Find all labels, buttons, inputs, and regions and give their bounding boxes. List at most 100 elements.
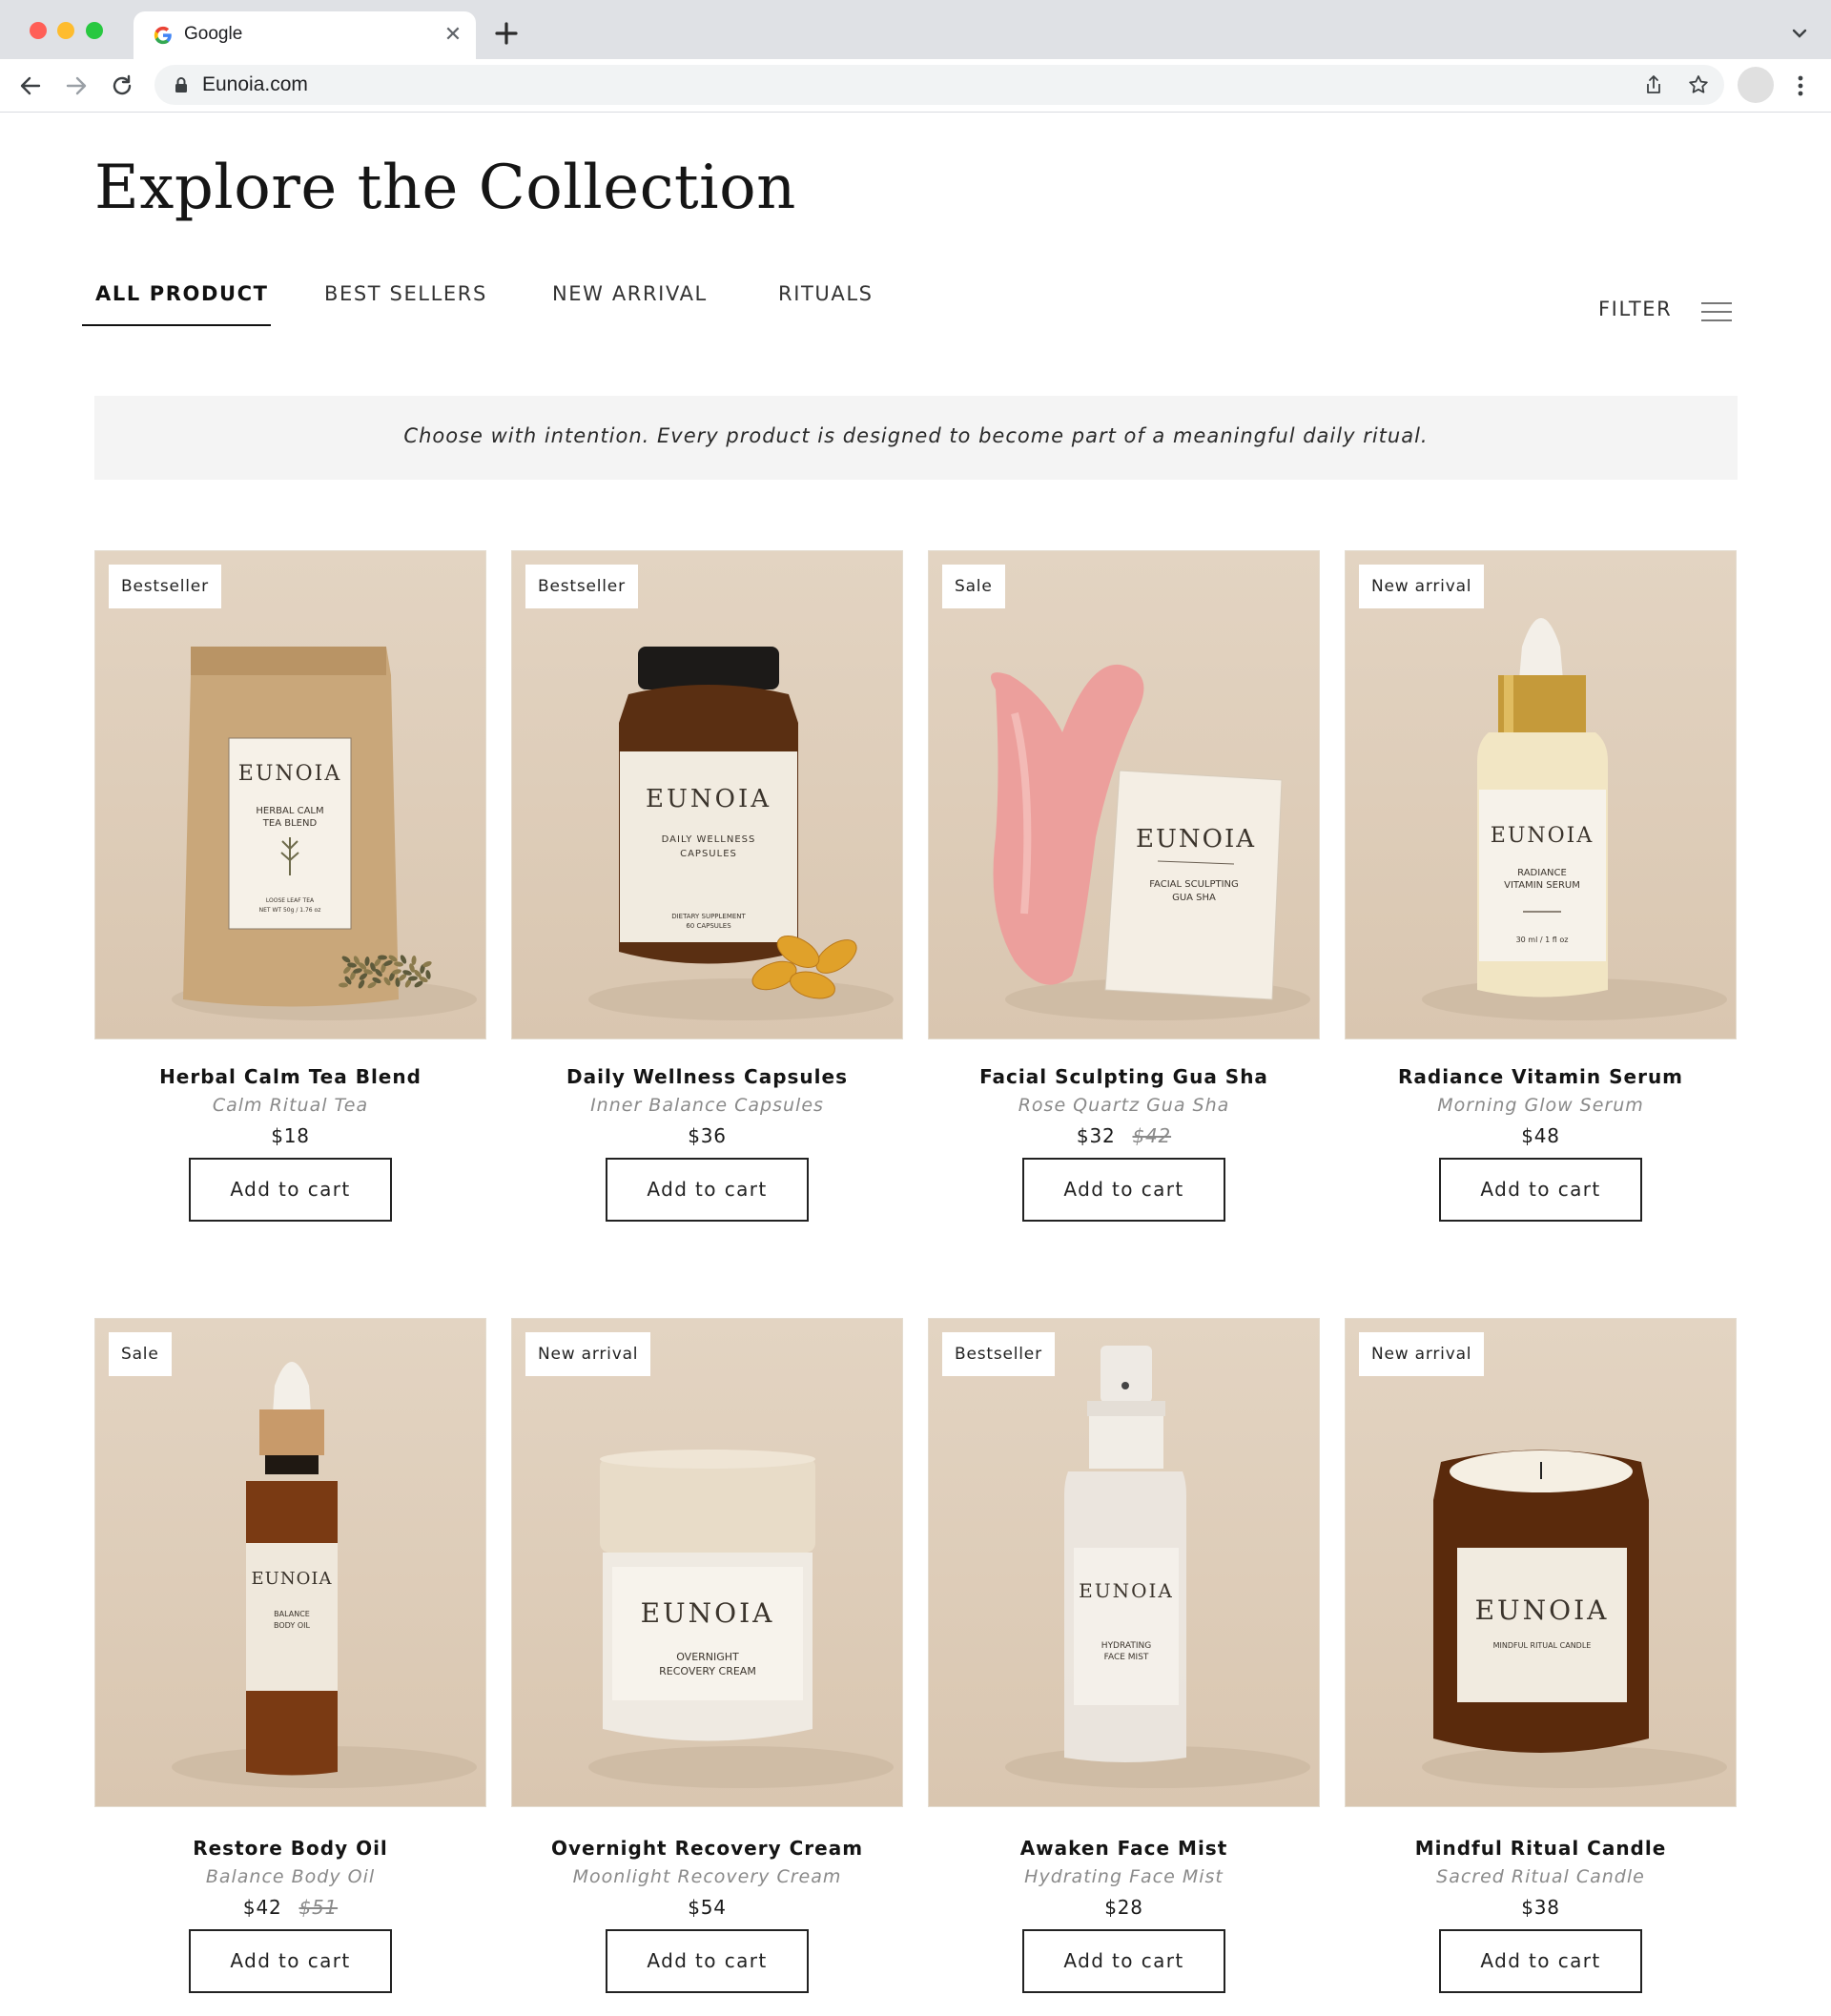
product-image[interactable]: EUNOIA FACIAL SCULPTING GUA SHA Sale bbox=[928, 550, 1320, 1039]
product-name[interactable]: Facial Sculpting Gua Sha bbox=[928, 1065, 1320, 1088]
browser-tab[interactable]: Google ✕ bbox=[134, 11, 476, 59]
product-name[interactable]: Mindful Ritual Candle bbox=[1345, 1837, 1737, 1860]
package-label-text: EUNOIA bbox=[1079, 1579, 1174, 1602]
product-price: $54 bbox=[688, 1896, 727, 1919]
package-label-text: HYDRATING bbox=[1101, 1641, 1151, 1651]
product-badge: New arrival bbox=[525, 1332, 651, 1376]
package-label-text: NET WT 50g / 1.76 oz bbox=[259, 907, 321, 914]
product-subtitle: Balance Body Oil bbox=[205, 1866, 376, 1887]
product-subtitle: Moonlight Recovery Cream bbox=[572, 1866, 842, 1887]
package-label-text: EUNOIA bbox=[1136, 825, 1256, 854]
google-icon bbox=[154, 26, 172, 45]
add-to-cart-button[interactable]: Add to cart bbox=[606, 1929, 809, 1993]
package-label-text: DAILY WELLNESS bbox=[662, 834, 756, 845]
product-price: $42 bbox=[242, 1896, 282, 1919]
product-image[interactable]: EUNOIA HYDRATING FACE MIST Bestseller bbox=[928, 1318, 1320, 1807]
chevron-down-icon[interactable] bbox=[1791, 27, 1808, 40]
package-label-text: FACE MIST bbox=[1104, 1653, 1149, 1662]
product-badge: New arrival bbox=[1359, 565, 1485, 608]
product-price: $32 bbox=[1076, 1124, 1116, 1147]
product-name[interactable]: Daily Wellness Capsules bbox=[511, 1065, 903, 1088]
tab-title: Google bbox=[184, 24, 243, 44]
url-text[interactable]: Eunoia.com bbox=[202, 73, 308, 96]
add-to-cart-button[interactable]: Add to cart bbox=[1439, 1158, 1642, 1222]
package-label-text: GUA SHA bbox=[1172, 893, 1216, 903]
lock-icon bbox=[175, 77, 187, 93]
product-name[interactable]: Overnight Recovery Cream bbox=[511, 1837, 903, 1860]
add-to-cart-button[interactable]: Add to cart bbox=[606, 1158, 809, 1222]
package-label-text: RADIANCE bbox=[1517, 868, 1567, 878]
product-image[interactable]: EUNOIA RADIANCE VITAMIN SERUM 30 ml / 1 fl … bbox=[1345, 550, 1737, 1039]
product-badge: Sale bbox=[942, 565, 1005, 608]
intention-banner: Choose with intention. Every product is … bbox=[94, 396, 1738, 480]
tab-all-product[interactable]: ALL PRODUCT bbox=[82, 282, 271, 326]
more-menu-icon[interactable] bbox=[1789, 72, 1812, 99]
add-to-cart-button[interactable]: Add to cart bbox=[1022, 1929, 1225, 1993]
product-image[interactable]: EUNOIA DAILY WELLNESS CAPSULES DIETARY SUPP… bbox=[511, 550, 903, 1039]
product-badge: Bestseller bbox=[942, 1332, 1055, 1376]
package-label-text: TEA BLEND bbox=[262, 818, 318, 829]
profile-avatar[interactable] bbox=[1738, 67, 1774, 103]
product-image[interactable]: EUNOIA OVERNIGHT RECOVERY CREAM New arrival bbox=[511, 1318, 903, 1807]
minimize-window-button[interactable] bbox=[57, 22, 74, 39]
product-image[interactable]: EUNOIA HERBAL CALM TEA BLEND LOOSE LEAF TEA… bbox=[94, 550, 486, 1039]
filter-label: FILTER bbox=[1598, 298, 1673, 320]
close-window-button[interactable] bbox=[30, 22, 47, 39]
product-image[interactable]: EUNOIA MINDFUL RITUAL CANDLE New arrival bbox=[1345, 1318, 1737, 1807]
body-oil-bottle-illustration: EUNOIA BALANCE BODY OIL bbox=[246, 1362, 338, 1776]
browser-toolbar: Eunoia.com bbox=[0, 59, 1831, 113]
product-name[interactable]: Herbal Calm Tea Blend bbox=[94, 1065, 486, 1088]
product-price: $18 bbox=[271, 1124, 310, 1147]
package-label-text: EUNOIA bbox=[641, 1597, 775, 1629]
bookmark-star-icon[interactable] bbox=[1687, 73, 1710, 96]
product-price-row: $36 bbox=[511, 1124, 903, 1147]
reload-icon[interactable] bbox=[109, 72, 135, 99]
package-label-text: 30 ml / 1 fl oz bbox=[1516, 936, 1569, 944]
close-tab-icon[interactable]: ✕ bbox=[442, 24, 464, 47]
new-tab-icon[interactable] bbox=[494, 21, 519, 46]
maximize-window-button[interactable] bbox=[86, 22, 103, 39]
package-label-text: LOOSE LEAF TEA bbox=[266, 897, 315, 904]
package-label-text: DIETARY SUPPLEMENT bbox=[671, 913, 746, 920]
package-label-text: EUNOIA bbox=[1491, 824, 1594, 848]
package-label-text: CAPSULES bbox=[680, 849, 737, 859]
product-badge: Sale bbox=[109, 1332, 172, 1376]
product-name[interactable]: Radiance Vitamin Serum bbox=[1345, 1065, 1737, 1088]
product-image[interactable]: EUNOIA BALANCE BODY OIL Sale bbox=[94, 1318, 486, 1807]
product-name[interactable]: Restore Body Oil bbox=[94, 1837, 486, 1860]
package-label-text: RECOVERY CREAM bbox=[659, 1665, 756, 1677]
package-label-text: BALANCE bbox=[274, 1610, 310, 1618]
candle-jar-illustration: EUNOIA MINDFUL RITUAL CANDLE bbox=[1433, 1450, 1649, 1753]
product-price-row: $28 bbox=[928, 1896, 1320, 1919]
address-bar[interactable]: Eunoia.com bbox=[154, 65, 1724, 105]
product-original-price: $51 bbox=[298, 1896, 339, 1919]
tab-rituals[interactable]: RITUALS bbox=[778, 282, 874, 326]
add-to-cart-button[interactable]: Add to cart bbox=[189, 1158, 392, 1222]
product-badge: Bestseller bbox=[525, 565, 638, 608]
package-label-text: EUNOIA bbox=[252, 1569, 333, 1589]
product-price-row: $48 bbox=[1345, 1124, 1737, 1147]
add-to-cart-button[interactable]: Add to cart bbox=[1022, 1158, 1225, 1222]
product-subtitle: Morning Glow Serum bbox=[1437, 1095, 1644, 1116]
back-arrow-icon[interactable] bbox=[17, 72, 44, 99]
package-label-text: FACIAL SCULPTING bbox=[1149, 879, 1239, 890]
product-subtitle: Sacred Ritual Candle bbox=[1436, 1866, 1645, 1887]
forward-arrow-icon[interactable] bbox=[63, 72, 90, 99]
share-icon[interactable] bbox=[1642, 73, 1665, 96]
package-label-text: MINDFUL RITUAL CANDLE bbox=[1493, 1641, 1592, 1650]
product-subtitle: Rose Quartz Gua Sha bbox=[1018, 1095, 1230, 1116]
cream-jar-illustration: EUNOIA OVERNIGHT RECOVERY CREAM bbox=[600, 1450, 815, 1741]
add-to-cart-button[interactable]: Add to cart bbox=[1439, 1929, 1642, 1993]
product-name[interactable]: Awaken Face Mist bbox=[928, 1837, 1320, 1860]
tab-best-sellers[interactable]: BEST SELLERS bbox=[324, 282, 487, 326]
package-label-text: EUNOIA bbox=[238, 762, 341, 786]
product-price: $38 bbox=[1521, 1896, 1560, 1919]
add-to-cart-button[interactable]: Add to cart bbox=[189, 1929, 392, 1993]
product-badge: New arrival bbox=[1359, 1332, 1485, 1376]
product-price-row: $18 bbox=[94, 1124, 486, 1147]
product-subtitle: Hydrating Face Mist bbox=[1024, 1866, 1224, 1887]
product-price-row: $54 bbox=[511, 1896, 903, 1919]
product-original-price: $42 bbox=[1132, 1124, 1172, 1147]
product-price: $36 bbox=[688, 1124, 727, 1147]
tab-new-arrival[interactable]: NEW ARRIVAL bbox=[552, 282, 708, 326]
